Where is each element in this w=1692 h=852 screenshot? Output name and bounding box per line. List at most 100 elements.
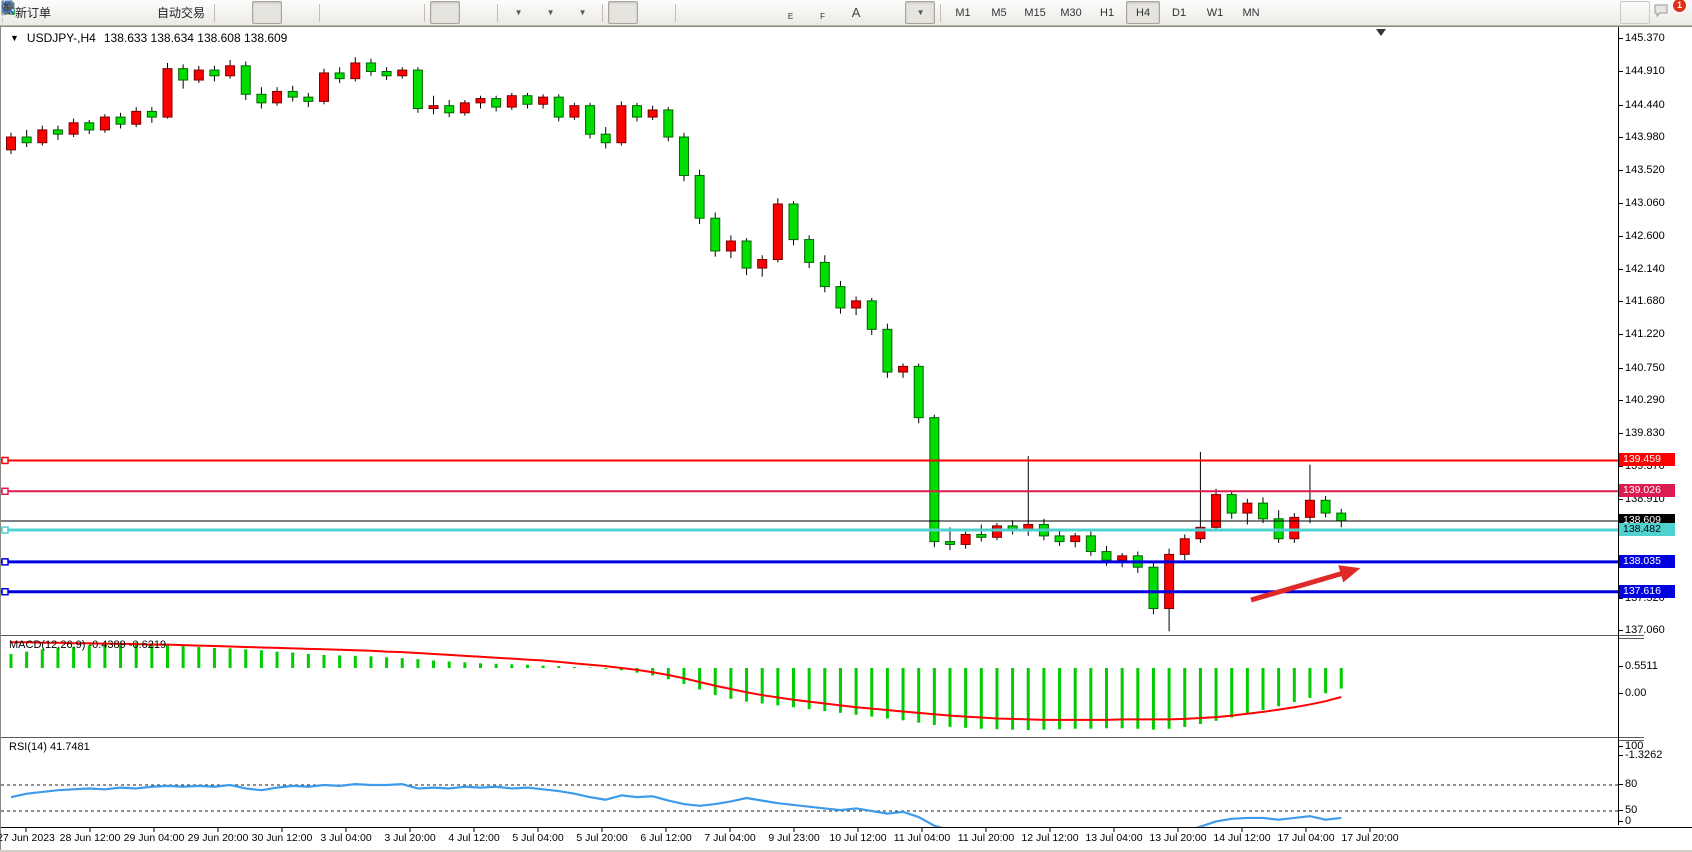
price-tick-label: 142.600 — [1625, 230, 1665, 242]
line-anchor-handle[interactable] — [2, 457, 8, 463]
trendline-tool-button[interactable] — [745, 1, 775, 24]
timeframe-button-h4[interactable]: H4 — [1126, 1, 1160, 24]
search-button[interactable] — [1620, 1, 1650, 24]
timeframe-button-w1[interactable]: W1 — [1198, 1, 1232, 24]
line-anchor-handle[interactable] — [2, 559, 8, 565]
indicators-button[interactable]: ▼ — [503, 1, 533, 24]
text-label-tool-button[interactable]: T — [873, 1, 903, 24]
candlestick-chart-button[interactable] — [252, 1, 282, 24]
bar-chart-button[interactable] — [220, 1, 250, 24]
candle-body — [946, 542, 955, 545]
price-chart-canvas[interactable] — [1, 27, 1618, 635]
macd-tick-label: 0.5511 — [1625, 660, 1658, 672]
new-chart-button[interactable] — [57, 1, 87, 24]
timeframe-button-m15[interactable]: M15 — [1018, 1, 1052, 24]
auto-scroll-button[interactable] — [430, 1, 460, 24]
macd-pane-canvas[interactable] — [1, 638, 1618, 737]
timeframe-button-d1[interactable]: D1 — [1162, 1, 1196, 24]
chart-window: ▼ USDJPY-,H4 138.633 138.634 138.608 138… — [0, 26, 1692, 852]
time-axis-label: 13 Jul 20:00 — [1149, 832, 1206, 844]
candle-body — [1227, 495, 1236, 514]
macd-signal-line — [11, 642, 1341, 720]
macd-label: MACD(12,26,9) -0.4389 -0.6219 — [9, 639, 166, 651]
time-axis-label: 3 Jul 04:00 — [320, 832, 371, 844]
timeframe-button-m5[interactable]: M5 — [982, 1, 1016, 24]
line-anchor-handle[interactable] — [2, 589, 8, 595]
auto-trading-button[interactable]: 自动交易 — [153, 1, 209, 24]
line-chart-button[interactable] — [284, 1, 314, 24]
price-tag-139.026: 139.026 — [1619, 484, 1675, 497]
time-axis[interactable]: 27 Jun 202328 Jun 12:0029 Jun 04:0029 Ju… — [1, 827, 1692, 850]
community-button[interactable] — [89, 1, 119, 24]
vertical-line-tool-button[interactable] — [681, 1, 711, 24]
price-tick-label: 141.680 — [1625, 295, 1665, 307]
rsi-tick-label: 100 — [1625, 740, 1643, 752]
candle-body — [820, 262, 829, 286]
line-anchor-handle[interactable] — [2, 527, 8, 533]
candle-body — [570, 106, 579, 117]
chart-shift-marker[interactable] — [1376, 29, 1386, 36]
templates-button[interactable]: ▼ — [567, 1, 597, 24]
candle-body — [1212, 495, 1221, 528]
time-axis-label: 12 Jul 12:00 — [1021, 832, 1078, 844]
candle-body — [679, 137, 688, 175]
candle-body — [1180, 539, 1189, 555]
candle-body — [116, 117, 125, 124]
price-tick-label: 143.060 — [1625, 197, 1665, 209]
candle-body — [382, 71, 391, 75]
timeframe-button-m30[interactable]: M30 — [1054, 1, 1088, 24]
zoom-in-button[interactable] — [325, 1, 355, 24]
candle-body — [22, 137, 31, 143]
tile-windows-button[interactable] — [389, 1, 419, 24]
candle-body — [38, 130, 47, 143]
equidistant-channel-tool-button[interactable]: E — [777, 1, 807, 24]
toolbar-separator — [214, 4, 215, 22]
periods-button[interactable]: ▼ — [535, 1, 565, 24]
candle-body — [194, 70, 203, 80]
arrow-annotation[interactable] — [1251, 572, 1347, 600]
candle-body — [85, 123, 94, 130]
timeframe-group: M1M5M15M30H1H4D1W1MN — [945, 1, 1269, 24]
candle-body — [320, 73, 329, 101]
one-click-trading-arrow-icon[interactable]: ▼ — [10, 33, 19, 43]
candle-body — [445, 106, 454, 113]
text-tool-button[interactable]: A — [841, 1, 871, 24]
timeframe-button-h1[interactable]: H1 — [1090, 1, 1124, 24]
timeframe-button-mn[interactable]: MN — [1234, 1, 1268, 24]
candle-body — [1149, 567, 1158, 608]
time-axis-label: 28 Jun 12:00 — [60, 832, 121, 844]
new-order-button[interactable]: 新订单 — [11, 1, 55, 24]
candle-body — [930, 418, 939, 542]
line-anchor-handle[interactable] — [2, 488, 8, 494]
time-axis-label: 30 Jun 12:00 — [252, 832, 313, 844]
time-axis-label: 10 Jul 12:00 — [829, 832, 886, 844]
zoom-out-button[interactable] — [357, 1, 387, 24]
auto-trading-label: 自动交易 — [157, 4, 205, 21]
candle-body — [914, 366, 923, 417]
price-tick-label: 144.440 — [1625, 99, 1665, 111]
crosshair-tool-button[interactable] — [640, 1, 670, 24]
price-tick-label: 140.290 — [1625, 394, 1665, 406]
price-tick-label: 142.140 — [1625, 263, 1665, 275]
dropdown-caret-icon: ▼ — [515, 8, 523, 17]
horizontal-line-tool-button[interactable] — [713, 1, 743, 24]
cursor-tool-button[interactable] — [608, 1, 638, 24]
price-axis[interactable]: 145.370144.910144.440143.980143.520143.0… — [1618, 27, 1692, 825]
notifications-button[interactable]: 1 — [1652, 1, 1682, 24]
mt4-application: 新订单 自动交易 — [0, 0, 1692, 852]
time-axis-label: 13 Jul 04:00 — [1085, 832, 1142, 844]
signals-button[interactable] — [121, 1, 151, 24]
candle-body — [226, 66, 235, 76]
price-tick-label: 139.830 — [1625, 427, 1665, 439]
arrows-tool-button[interactable]: ▼ — [905, 1, 935, 24]
fibonacci-tool-button[interactable]: F — [809, 1, 839, 24]
chart-shift-button[interactable] — [462, 1, 492, 24]
chart-title: ▼ USDJPY-,H4 138.633 138.634 138.608 138… — [10, 31, 287, 45]
time-axis-label: 11 Jul 04:00 — [894, 832, 950, 844]
rsi-pane-canvas[interactable] — [1, 740, 1618, 827]
candle-body — [273, 91, 282, 102]
candle-body — [633, 106, 642, 117]
candle-body — [789, 204, 798, 240]
timeframe-button-m1[interactable]: M1 — [946, 1, 980, 24]
price-tag-138.482: 138.482 — [1619, 523, 1675, 536]
